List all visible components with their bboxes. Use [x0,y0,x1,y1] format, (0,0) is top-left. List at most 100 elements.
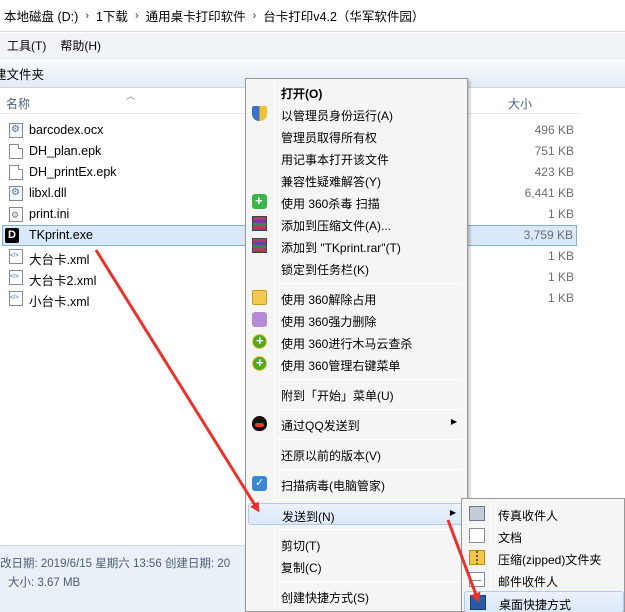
context-menu: 打开(O) 以管理员身份运行(A) 管理员取得所有权 用记事本打开该文件 兼容性… [245,78,468,612]
gear-file-icon [9,123,23,138]
xml-file-icon [9,249,23,264]
column-size-header[interactable]: 大小 [508,95,532,112]
document-icon [9,144,23,159]
menu-item-label: 剪切(T) [281,539,321,553]
menu-item-label: 邮件收件人 [498,575,559,589]
pc-manager-shield-icon [252,476,267,491]
file-size: 3,759 KB [523,228,573,242]
xml-file-icon [9,291,23,306]
submenu-arrow-icon: ▶ [450,417,457,426]
file-size: 1 KB [547,249,574,263]
file-size: 1 KB [547,291,574,305]
menu-separator [276,581,463,582]
breadcrumb-software[interactable]: 通用桌卡打印软件 › [146,6,264,25]
menu-item-label: 使用 360杀毒 扫描 [281,197,380,211]
chevron-right-icon[interactable]: › [85,10,89,22]
menu-item-run-as-admin[interactable]: 以管理员身份运行(A) [248,103,465,125]
submenu-item-documents[interactable]: 文档 [464,525,624,547]
menu-item-scan-virus[interactable]: 扫描病毒(电脑管家) [248,473,465,495]
menu-separator [276,499,463,500]
menu-item-label: 用记事本打开该文件 [281,153,390,167]
menu-item-troubleshoot[interactable]: 兼容性疑难解答(Y) [248,169,465,191]
file-size: 6,441 KB [524,186,574,200]
menu-item-manage-menu-360[interactable]: 使用 360管理右键菜单 [248,353,465,375]
breadcrumb-drive[interactable]: 本地磁盘 (D:) › [4,6,96,25]
menu-item-pin-start[interactable]: 附到「开始」菜单(U) [248,383,465,405]
details-size: 大小: 3.67 MB [8,577,81,589]
menu-item-label: 打开(O) [281,87,323,101]
menu-item-label: 使用 360解除占用 [281,293,377,307]
submenu-item-zip[interactable]: 压缩(zipped)文件夹 [464,547,624,569]
file-size: 423 KB [534,165,574,179]
menu-item-cut[interactable]: 剪切(T) [248,533,465,555]
breadcrumb-current[interactable]: 台卡打印v4.2（华军软件园） [263,6,424,25]
folder-unlock-icon [252,290,267,305]
breadcrumb-download[interactable]: 1下载 › [96,6,146,25]
menu-item-pin-taskbar[interactable]: 锁定到任务栏(K) [248,257,465,279]
menu-item-label: 使用 360强力删除 [281,315,377,329]
file-size: 751 KB [534,144,574,158]
submenu-item-mail[interactable]: 邮件收件人 [464,569,624,591]
menu-item-label: 扫描病毒(电脑管家) [281,479,385,493]
column-name-header[interactable]: 名称 [6,95,30,112]
menu-item-label: 兼容性疑难解答(Y) [281,175,381,189]
menu-tools[interactable]: 工具(T) [0,37,53,54]
file-size: 496 KB [534,123,574,137]
menu-item-label: 管理员取得所有权 [281,131,378,145]
menu-item-label: 压缩(zipped)文件夹 [498,553,602,567]
menu-item-label: 通过QQ发送到 [281,419,360,433]
file-size: 1 KB [547,270,574,284]
menu-item-unlock-360[interactable]: 使用 360解除占用 [248,287,465,309]
menu-separator [276,529,463,530]
menu-item-open-notepad[interactable]: 用记事本打开该文件 [248,147,465,169]
menu-item-label: 以管理员身份运行(A) [281,109,393,123]
zip-folder-icon [469,550,485,565]
menu-separator [276,409,463,410]
file-name: libxl.dll [29,186,67,200]
details-dates: 改日期: 2019/6/15 星期六 13:56 创建日期: 20 [0,558,231,570]
breadcrumb-label: 台卡打印v4.2（华军软件园） [263,10,425,24]
file-name: 大台卡2.xml [29,274,97,288]
menu-item-label: 使用 360管理右键菜单 [281,359,401,373]
menu-item-scan-360[interactable]: 使用 360杀毒 扫描 [248,191,465,213]
menu-item-label: 发送到(N) [282,510,335,524]
file-size: 1 KB [547,207,574,221]
breadcrumb-label: 通用桌卡打印软件 [145,10,246,24]
qq-penguin-icon [252,416,267,431]
address-bar[interactable]: 本地磁盘 (D:) › 1下载 › 通用桌卡打印软件 › 台卡打印v4.2（华军软件园… [0,0,625,32]
file-name: TKprint.exe [29,228,93,242]
menu-separator [276,283,463,284]
new-folder-button[interactable]: 建文件夹 [0,64,44,83]
documents-icon [469,528,485,543]
gear-file-icon [9,186,23,201]
menu-item-take-ownership[interactable]: 管理员取得所有权 [248,125,465,147]
menu-item-label: 创建快捷方式(S) [281,591,369,605]
menu-item-label: 添加到 "TKprint.rar"(T) [281,241,401,255]
menu-item-send-qq[interactable]: 通过QQ发送到 ▶ [248,413,465,435]
submenu-item-desktop-shortcut[interactable]: 桌面快捷方式 [464,591,624,612]
chevron-right-icon[interactable]: › [253,10,257,22]
file-name: barcodex.ocx [29,123,104,137]
shredder-icon [252,312,267,327]
menu-item-create-shortcut[interactable]: 创建快捷方式(S) [248,585,465,607]
breadcrumb-label: 本地磁盘 (D:) [4,10,79,24]
menu-item-open[interactable]: 打开(O) [248,81,465,103]
submenu-item-fax[interactable]: 传真收件人 [464,503,624,525]
menu-item-label: 文档 [498,531,523,545]
360-antivirus-icon [252,193,267,209]
menu-item-copy[interactable]: 复制(C) [248,555,465,577]
chevron-right-icon[interactable]: › [135,10,139,22]
file-name: DH_printEx.epk [29,165,117,179]
menu-item-force-delete-360[interactable]: 使用 360强力删除 [248,309,465,331]
menu-item-add-rar[interactable]: 添加到 "TKprint.rar"(T) [248,235,465,257]
menu-help[interactable]: 帮助(H) [53,37,108,54]
menu-item-label: 附到「开始」菜单(U) [281,389,394,403]
menu-item-label: 锁定到任务栏(K) [281,263,369,277]
menu-item-add-archive[interactable]: 添加到压缩文件(A)... [248,213,465,235]
menu-item-send-to[interactable]: 发送到(N) ▶ [248,503,465,525]
menu-item-restore-versions[interactable]: 还原以前的版本(V) [248,443,465,465]
360-security-icon [252,355,267,371]
breadcrumb-label: 1下载 [95,10,128,24]
menu-bar: 工具(T) 帮助(H) [0,33,625,59]
menu-item-trojan-scan-360[interactable]: 使用 360进行木马云查杀 [248,331,465,353]
